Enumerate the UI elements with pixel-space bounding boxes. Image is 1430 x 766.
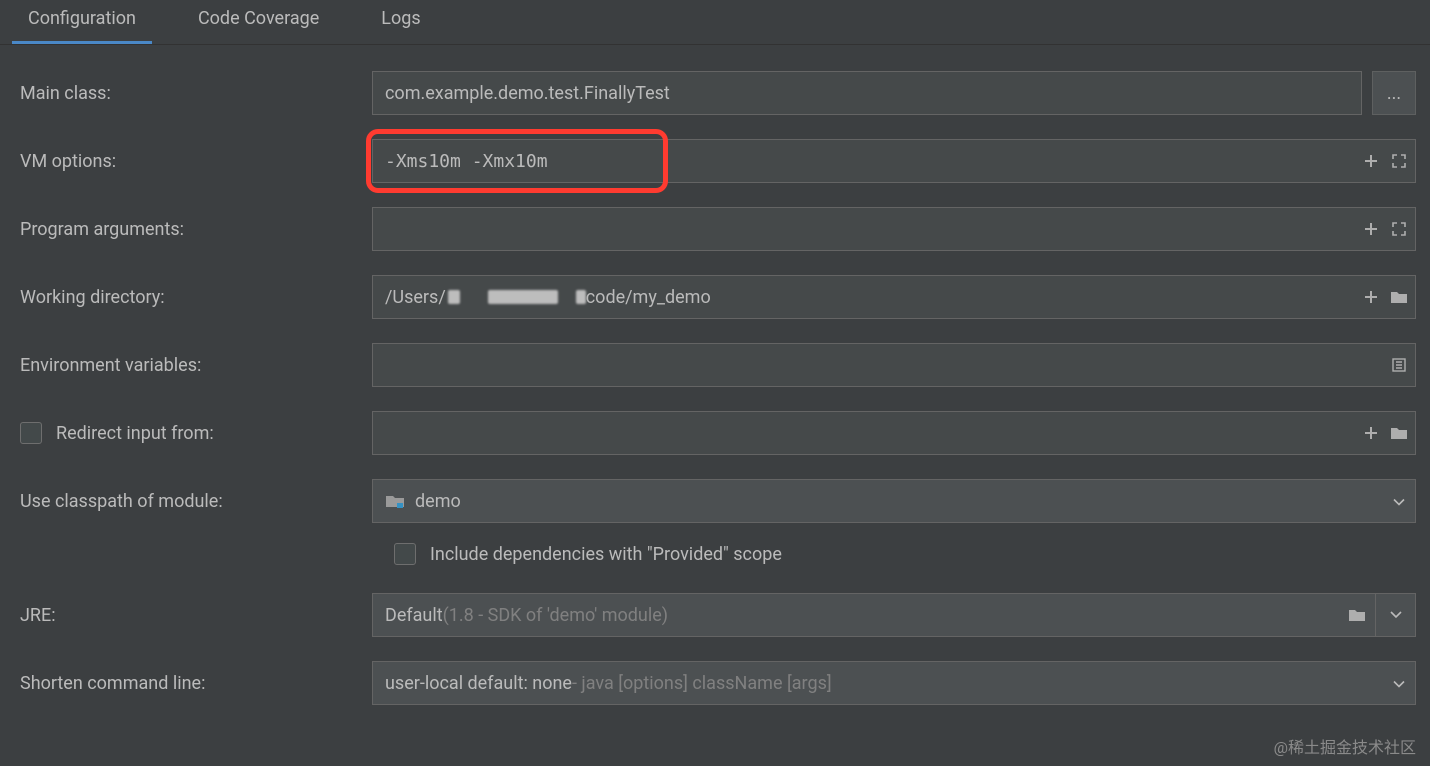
tab-code-coverage[interactable]: Code Coverage bbox=[182, 0, 335, 44]
jre-hint: (1.8 - SDK of 'demo' module) bbox=[443, 605, 668, 626]
browse-folder-icon[interactable] bbox=[1389, 287, 1409, 307]
tab-logs[interactable]: Logs bbox=[365, 0, 436, 44]
jre-combo[interactable]: Default (1.8 - SDK of 'demo' module) bbox=[372, 593, 1376, 637]
working-dir-field[interactable]: /Users/ code/my_demo bbox=[372, 275, 1416, 319]
vm-options-label: VM options: bbox=[20, 151, 372, 172]
edit-env-vars-icon[interactable] bbox=[1389, 355, 1409, 375]
redacted-segment bbox=[576, 290, 586, 304]
env-vars-label: Environment variables: bbox=[20, 355, 372, 376]
shorten-cmd-hint: - java [options] className [args] bbox=[572, 673, 832, 694]
insert-macro-icon[interactable] bbox=[1361, 219, 1381, 239]
tab-bar: Configuration Code Coverage Logs bbox=[0, 0, 1430, 45]
include-provided-checkbox[interactable] bbox=[394, 543, 416, 565]
main-class-value: com.example.demo.test.FinallyTest bbox=[385, 83, 670, 104]
vm-options-value: -Xms10m -Xmx10m bbox=[385, 151, 548, 172]
ellipsis-icon: ... bbox=[1387, 83, 1401, 104]
redirect-input-field[interactable] bbox=[372, 411, 1416, 455]
expand-field-icon[interactable] bbox=[1389, 151, 1409, 171]
env-vars-field[interactable] bbox=[372, 343, 1416, 387]
chevron-down-icon bbox=[1390, 611, 1402, 619]
expand-field-icon[interactable] bbox=[1389, 219, 1409, 239]
classpath-label: Use classpath of module: bbox=[20, 491, 372, 512]
main-class-label: Main class: bbox=[20, 83, 372, 104]
redirect-input-checkbox[interactable] bbox=[20, 422, 42, 444]
insert-macro-icon[interactable] bbox=[1361, 287, 1381, 307]
watermark: @稀土掘金技术社区 bbox=[1274, 734, 1416, 758]
working-dir-label: Working directory: bbox=[20, 287, 372, 308]
program-args-label: Program arguments: bbox=[20, 219, 372, 240]
redacted-segment bbox=[448, 290, 460, 304]
tab-configuration[interactable]: Configuration bbox=[12, 0, 152, 44]
classpath-module-combo[interactable]: demo bbox=[372, 479, 1416, 523]
browse-folder-icon[interactable] bbox=[1389, 423, 1409, 443]
working-dir-prefix: /Users/ bbox=[385, 287, 446, 308]
working-dir-suffix: code/my_demo bbox=[586, 287, 711, 308]
chevron-down-icon bbox=[1393, 491, 1405, 512]
main-class-field[interactable]: com.example.demo.test.FinallyTest bbox=[372, 71, 1362, 115]
redacted-segment bbox=[488, 290, 558, 304]
insert-macro-icon[interactable] bbox=[1361, 151, 1381, 171]
jre-dropdown-button[interactable] bbox=[1376, 593, 1416, 637]
browse-folder-icon[interactable] bbox=[1347, 605, 1367, 625]
chevron-down-icon bbox=[1393, 673, 1405, 694]
module-icon bbox=[385, 493, 405, 509]
configuration-form: Main class: com.example.demo.test.Finall… bbox=[0, 45, 1430, 721]
shorten-cmd-label: Shorten command line: bbox=[20, 673, 372, 694]
shorten-cmd-combo[interactable]: user-local default: none - java [options… bbox=[372, 661, 1416, 705]
vm-options-field[interactable]: -Xms10m -Xmx10m bbox=[372, 139, 1416, 183]
insert-macro-icon[interactable] bbox=[1361, 423, 1381, 443]
browse-main-class-button[interactable]: ... bbox=[1372, 71, 1416, 115]
jre-value: Default bbox=[385, 605, 443, 626]
shorten-cmd-value: user-local default: none bbox=[385, 673, 572, 694]
redirect-input-label: Redirect input from: bbox=[20, 422, 372, 444]
program-args-field[interactable] bbox=[372, 207, 1416, 251]
include-provided-label: Include dependencies with "Provided" sco… bbox=[430, 544, 782, 565]
jre-label: JRE: bbox=[20, 605, 372, 626]
classpath-module-value: demo bbox=[415, 491, 461, 512]
